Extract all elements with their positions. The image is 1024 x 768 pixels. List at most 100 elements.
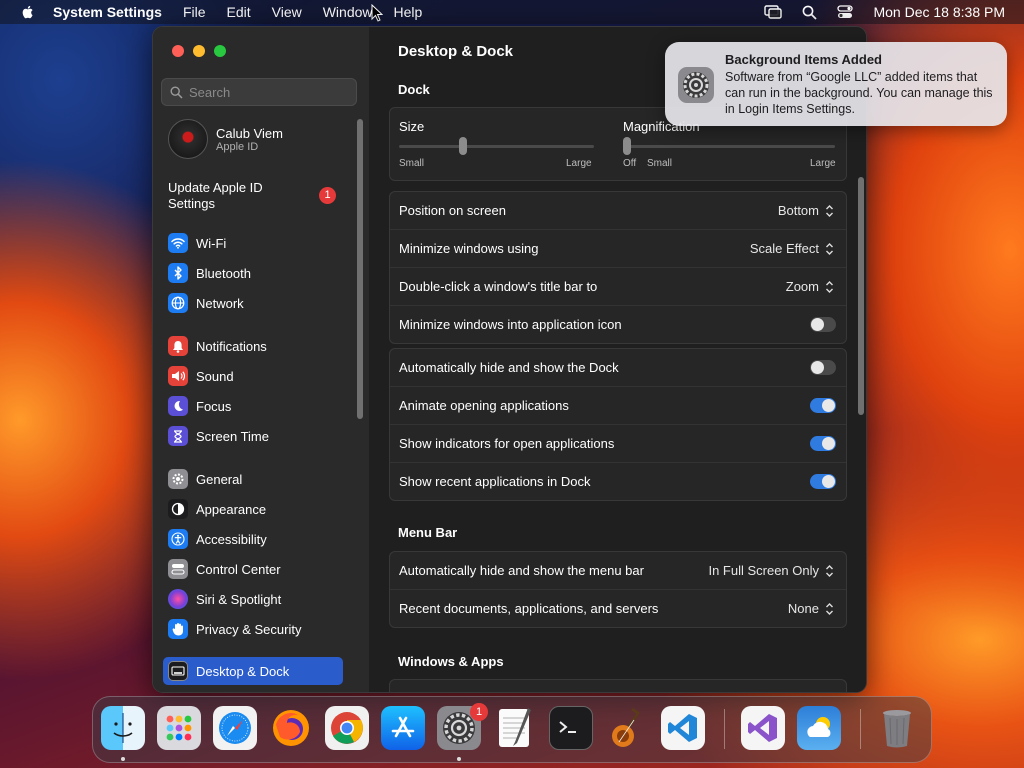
autohide-menu-bar-popup[interactable]: In Full Screen Only [708,563,834,578]
popup-chevrons-icon [826,602,833,615]
account-subtitle: Apple ID [216,140,259,153]
close-button[interactable] [172,45,184,57]
show-indicators-toggle[interactable] [810,436,836,451]
size-slider[interactable] [399,145,594,148]
apple-id-account[interactable]: Calub Viem Apple ID [168,119,283,159]
row-label: Show recent applications in Dock [399,474,591,489]
trash-icon[interactable] [875,706,919,750]
minimize-into-icon-toggle[interactable] [810,317,836,332]
magnification-max-label: Large [810,158,836,169]
menu-view[interactable]: View [272,4,302,20]
garageband-icon[interactable] [605,706,649,750]
double-click-action-popup[interactable]: Zoom [786,279,834,294]
sidebar-item-accessibility[interactable]: Accessibility [168,528,267,550]
menubar-clock[interactable]: Mon Dec 18 8:38 PM [873,4,1005,20]
sidebar-item-screen-time[interactable]: Screen Time [168,425,269,447]
size-slider-thumb[interactable] [459,137,468,155]
show-indicators-row: Show indicators for open applications [390,424,846,462]
menu-edit[interactable]: Edit [227,4,251,20]
active-app-menu[interactable]: System Settings [53,4,162,20]
sidebar-item-privacy-security[interactable]: Privacy & Security [168,618,301,640]
autohide-dock-toggle[interactable] [810,360,836,375]
position-popup[interactable]: Bottom [778,203,834,218]
sidebar-item-notifications[interactable]: Notifications [168,335,267,357]
search-field[interactable]: Search [161,78,357,106]
running-indicator [457,757,461,761]
toggle-knob [811,318,824,331]
menu-window[interactable]: Window [323,4,373,20]
sidebar-item-wifi[interactable]: Wi-Fi [168,232,226,254]
apple-icon[interactable] [20,4,36,20]
running-indicator [121,757,125,761]
popup-value: Zoom [785,279,819,294]
zoom-button[interactable] [214,45,226,57]
sidebar-item-general[interactable]: General [168,468,242,490]
animate-opening-row: Animate opening applications [390,386,846,424]
spotlight-search-icon[interactable] [802,5,818,20]
minimize-button[interactable] [193,45,205,57]
animate-opening-toggle[interactable] [810,398,836,413]
row-label: Show indicators for open applications [399,436,615,451]
chrome-icon[interactable] [325,706,369,750]
sidebar-item-network[interactable]: Network [168,292,244,314]
safari-icon[interactable] [213,706,257,750]
settings-content: Desktop & Dock Dock Size Small Large Mag… [369,27,866,692]
app-store-icon[interactable] [381,706,425,750]
firefox-icon[interactable] [269,706,313,750]
sidebar-item-label: Wi-Fi [196,235,227,251]
menu-help[interactable]: Help [394,4,423,20]
dock-options-card: Position on screen Bottom Minimize windo… [389,191,847,344]
section-menu-bar-heading: Menu Bar [398,525,458,540]
screen-mirroring-icon[interactable] [764,5,783,19]
launchpad-icon[interactable] [157,706,201,750]
hourglass-icon [168,426,188,446]
dock-separator [724,709,725,749]
toggle-knob [811,361,824,374]
minimize-into-app-icon-row: Minimize windows into application icon [390,305,846,343]
sidebar-item-focus[interactable]: Focus [168,395,231,417]
menu-file[interactable]: File [183,4,206,20]
textedit-icon[interactable] [493,706,537,750]
toggle-knob [822,437,835,450]
popup-chevrons-icon [826,280,833,293]
popup-chevrons-icon [826,204,833,217]
row-label: Automatically hide and show the menu bar [399,563,644,578]
show-recent-apps-toggle[interactable] [810,474,836,489]
background-items-notification[interactable]: Background Items Added Software from “Go… [665,42,1007,126]
show-recent-apps-row: Show recent applications in Dock [390,462,846,500]
dock-separator [860,709,861,749]
magnification-slider[interactable] [623,145,835,148]
sidebar-item-sound[interactable]: Sound [168,365,234,387]
terminal-icon[interactable] [549,706,593,750]
sidebar-item-bluetooth[interactable]: Bluetooth [168,262,251,284]
row-label: Double-click a window's title bar to [399,279,598,294]
control-center-icon [168,559,188,579]
globe-icon [168,293,188,313]
siri-icon [168,589,188,609]
avatar [168,119,208,159]
sidebar-scrollbar[interactable] [357,119,363,419]
size-max-label: Large [566,158,592,169]
popup-value: In Full Screen Only [708,563,819,578]
content-scrollbar[interactable] [858,177,864,415]
row-label: Minimize windows into application icon [399,317,622,332]
visual-studio-icon[interactable] [741,706,785,750]
magnification-slider-thumb[interactable] [623,137,631,155]
bluetooth-icon [168,263,188,283]
recent-documents-popup[interactable]: None [788,601,834,616]
sidebar-item-label: Appearance [196,501,267,517]
control-center-icon[interactable] [837,5,854,19]
notification-body: Software from “Google LLC” added items t… [725,70,993,116]
update-apple-id-item[interactable]: Update Apple ID Settings [168,180,308,212]
popup-value: None [787,601,819,616]
sidebar-item-desktop-dock[interactable]: Desktop & Dock [163,657,343,685]
finder-icon[interactable] [101,706,145,750]
sidebar-item-appearance[interactable]: Appearance [168,498,266,520]
sidebar-item-siri-spotlight[interactable]: Siri & Spotlight [168,588,281,610]
moon-icon [168,396,188,416]
position-on-screen-row: Position on screen Bottom [390,192,846,229]
weather-icon[interactable] [797,706,841,750]
minimize-effect-popup[interactable]: Scale Effect [750,241,834,256]
vscode-icon[interactable] [661,706,705,750]
sidebar-item-control-center[interactable]: Control Center [168,558,281,580]
